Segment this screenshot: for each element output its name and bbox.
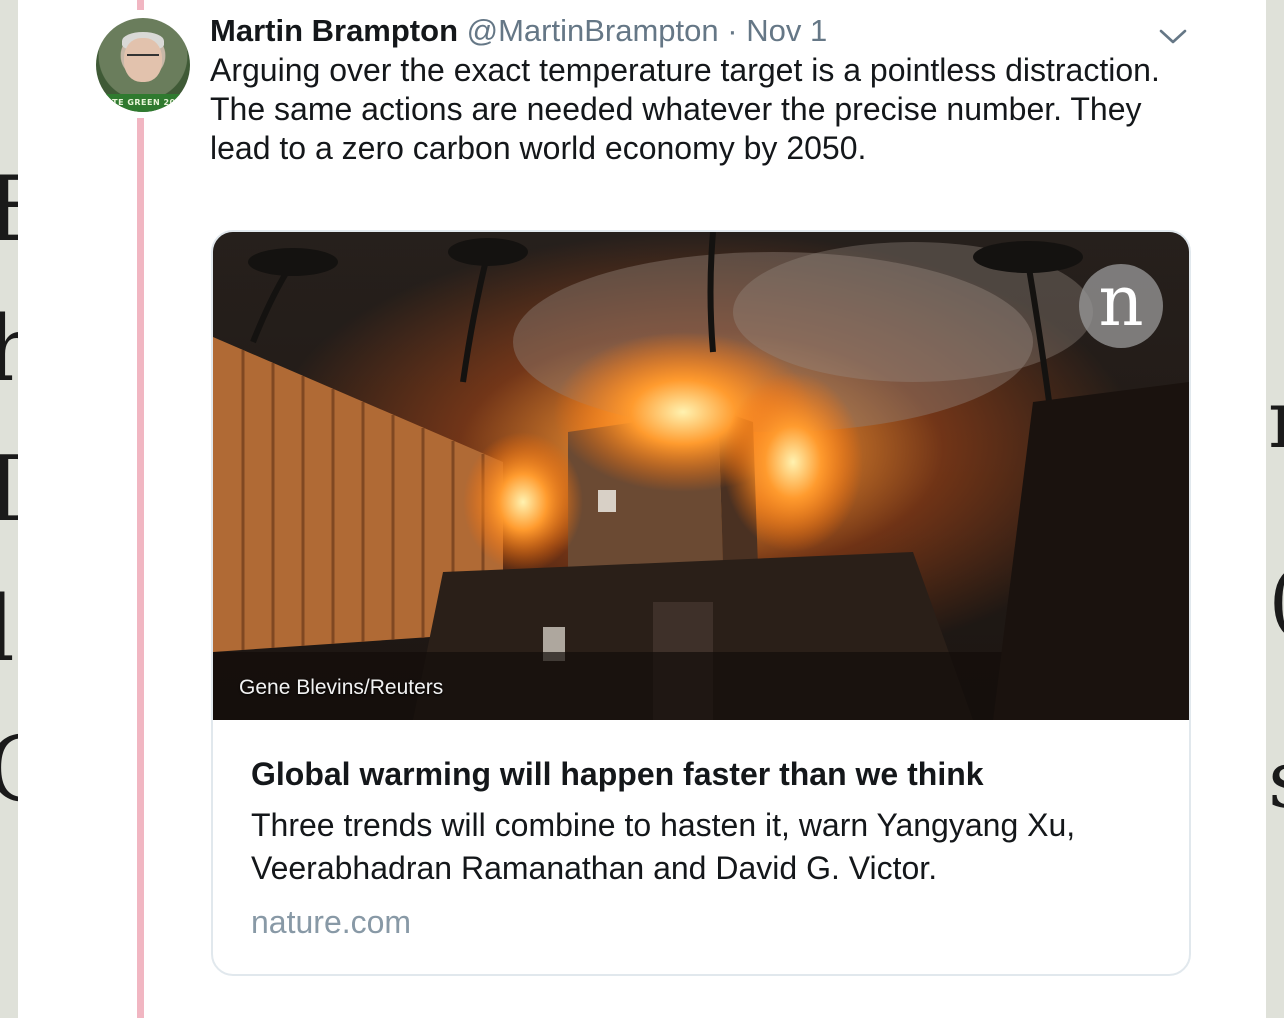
author-name[interactable]: Martin Brampton [210,13,458,48]
tweet-header: Martin Brampton @MartinBrampton · Nov 1 [210,11,827,51]
avatar-badge: VOTE GREEN 2017 [96,94,190,112]
card-description: Three trends will combine to hasten it, … [251,807,1076,886]
card-image[interactable]: n Gene Blevins/Reuters [213,232,1189,720]
link-card[interactable]: n Gene Blevins/Reuters Global warming wi… [211,230,1191,976]
background-text-right: r(s [1268,330,1284,870]
separator-dot: · [727,13,738,48]
nature-logo-icon: n [1079,264,1163,348]
avatar-glasses [127,54,159,64]
author-handle[interactable]: @MartinBrampton [467,13,719,48]
tweet-date[interactable]: Nov 1 [746,13,827,48]
tweet-text: Arguing over the exact temperature targe… [210,52,1160,166]
card-body[interactable]: Global warming will happen faster than w… [251,752,1151,944]
thread-connector-top [137,0,144,10]
card-domain[interactable]: nature.com [251,900,1151,944]
photo-credit: Gene Blevins/Reuters [239,676,444,699]
card-title[interactable]: Global warming will happen faster than w… [251,752,1151,796]
thread-connector [137,118,144,1018]
avatar[interactable]: VOTE GREEN 2017 [96,18,190,112]
chevron-down-icon[interactable] [1158,24,1188,48]
